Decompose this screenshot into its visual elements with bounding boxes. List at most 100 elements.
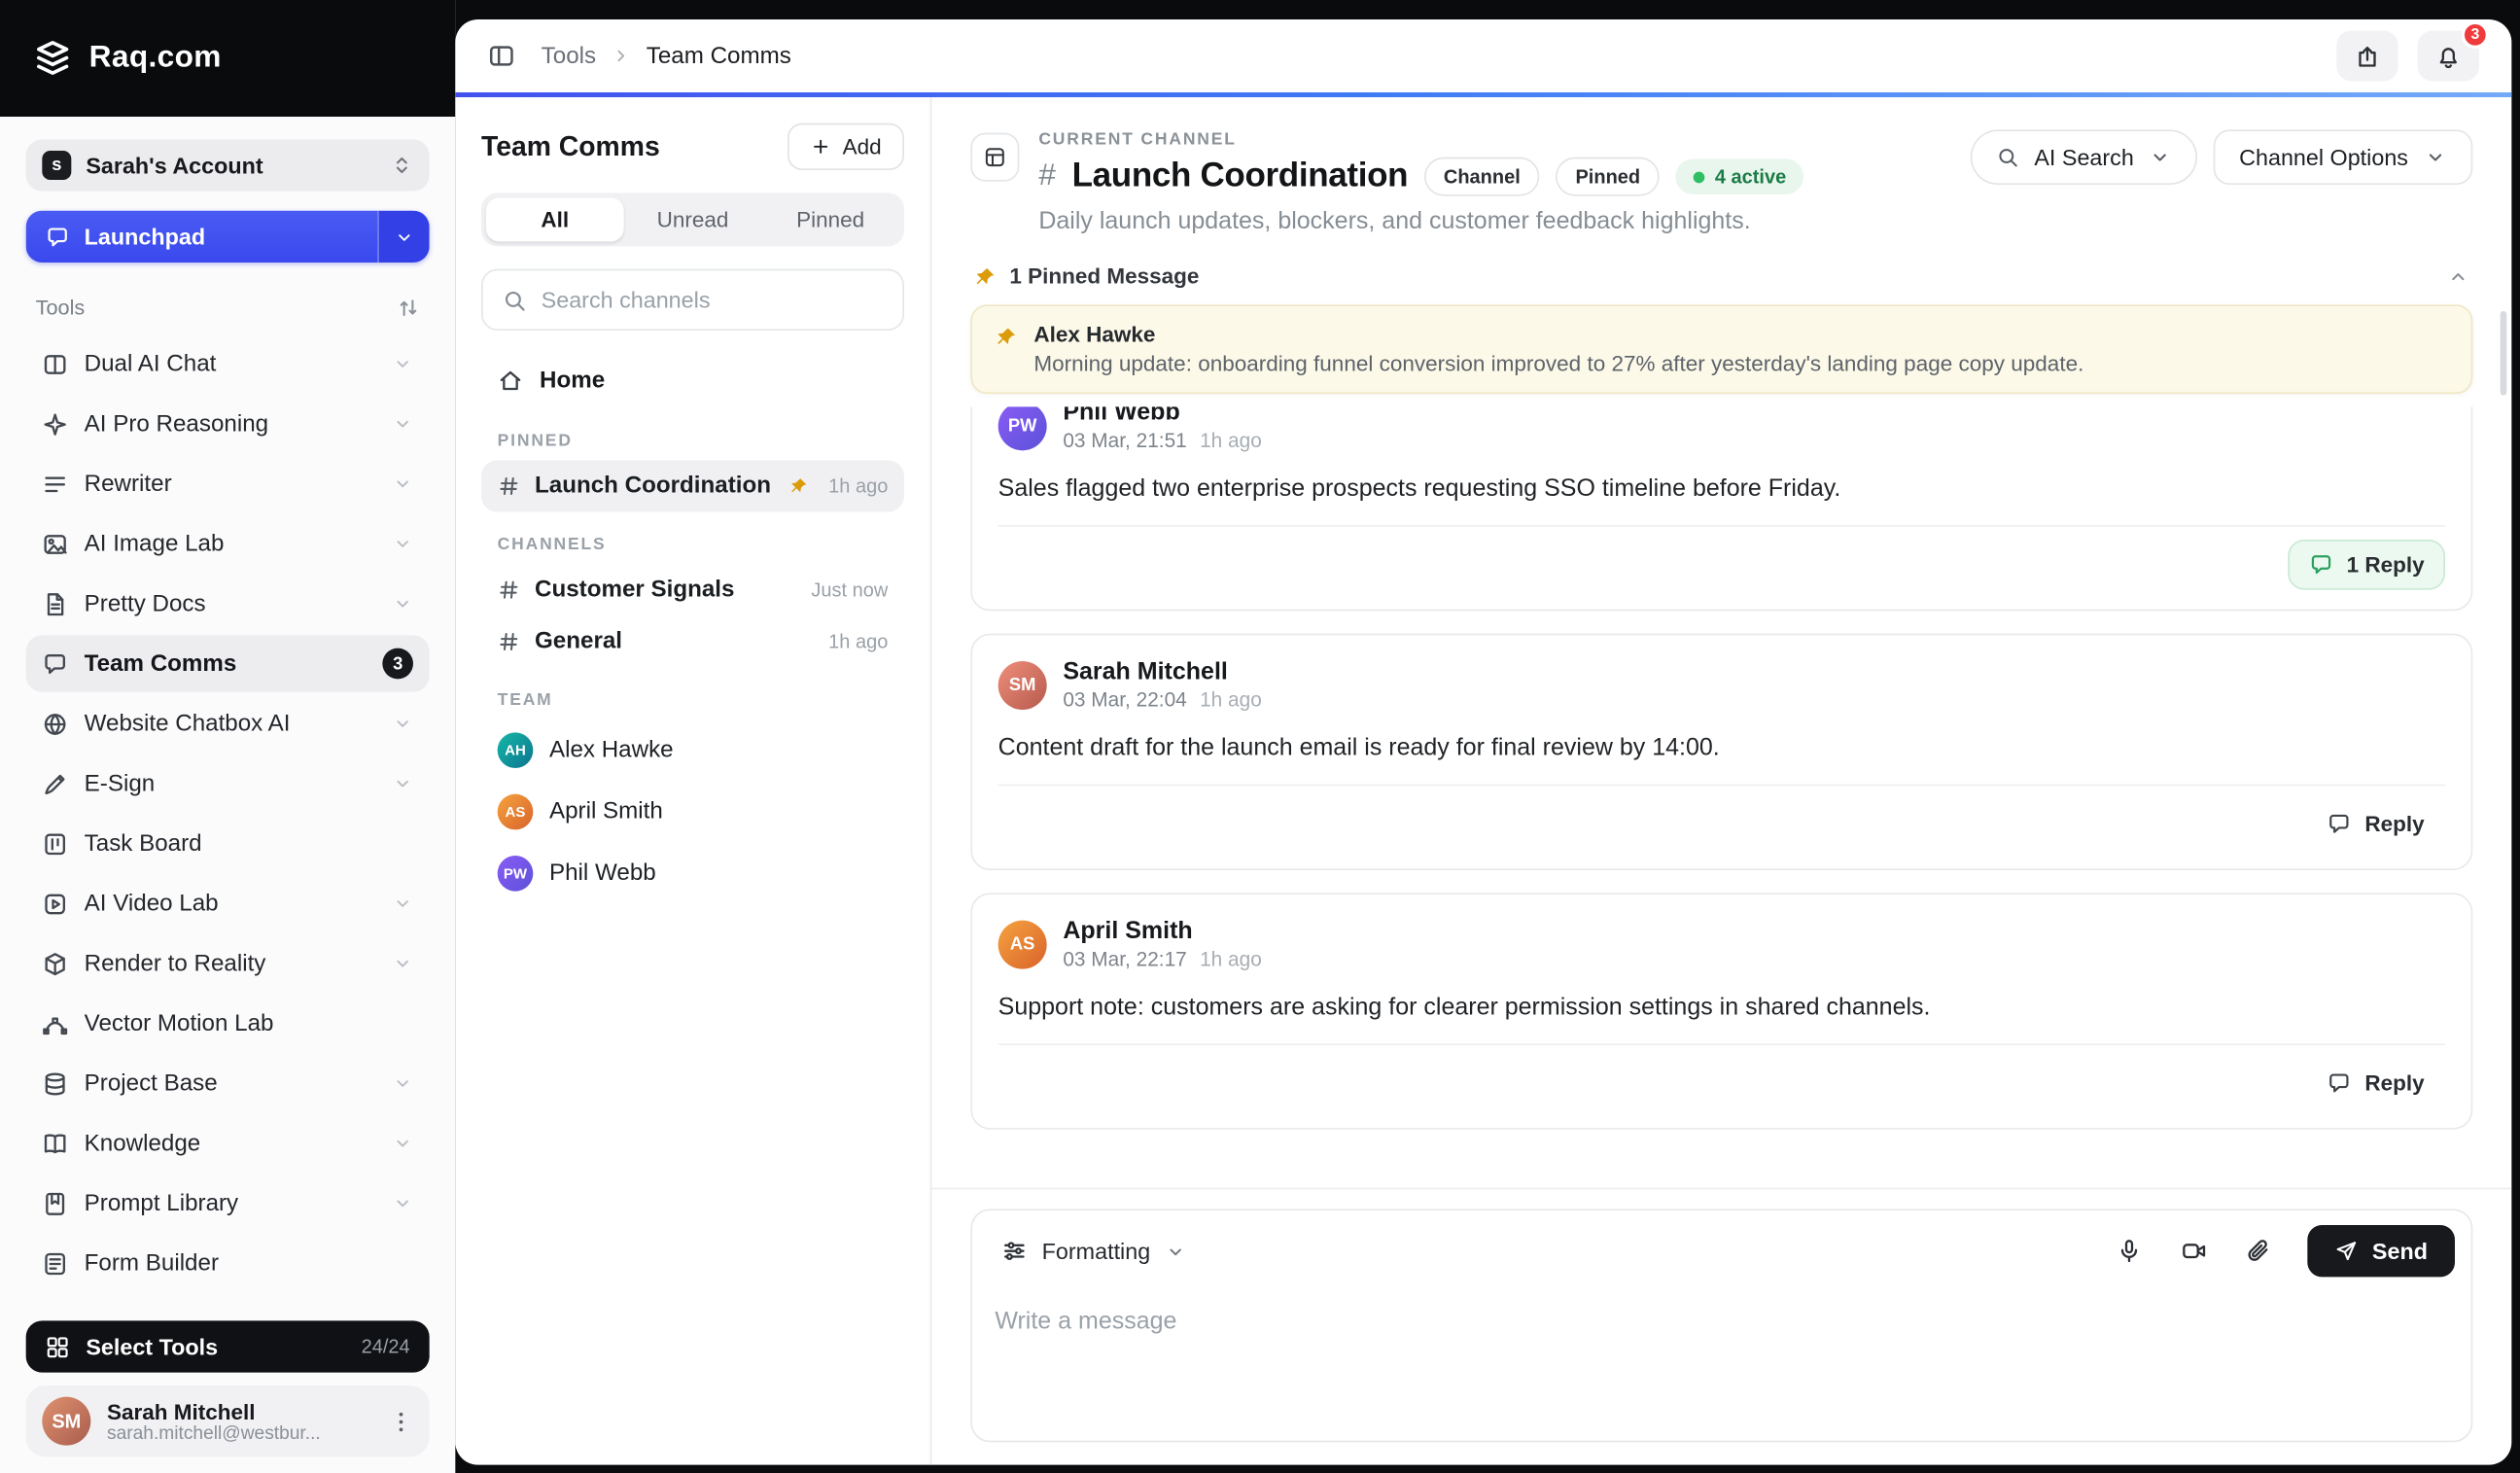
- channel-search[interactable]: [481, 269, 904, 331]
- pinned-summary-bar[interactable]: 1 Pinned Message: [970, 258, 2472, 295]
- paperclip-icon: [2246, 1238, 2272, 1264]
- sidebar-item-label: Prompt Library: [85, 1190, 376, 1216]
- reply-button[interactable]: 1 Reply: [2289, 540, 2446, 590]
- raq-logo-icon: [32, 38, 73, 79]
- video-record-button[interactable]: [2165, 1226, 2223, 1277]
- select-tools-button[interactable]: Select Tools 24/24: [26, 1320, 430, 1372]
- user-meta: Sarah Mitchell sarah.mitchell@westbur...: [107, 1399, 372, 1443]
- section-label: CHANNELS: [498, 535, 889, 554]
- team-member-phil-webb[interactable]: PWPhil Webb: [481, 843, 904, 904]
- sidebar-item-dual-ai-chat[interactable]: Dual AI Chat: [26, 335, 430, 392]
- sidebar-item-team-comms[interactable]: Team Comms3: [26, 635, 430, 691]
- section-label: TEAM: [498, 690, 889, 710]
- sidebar-item-ai-pro-reasoning[interactable]: AI Pro Reasoning: [26, 396, 430, 452]
- account-initial-badge: s: [42, 151, 71, 180]
- hash-icon: [498, 579, 520, 601]
- chevron-down-icon: [394, 227, 415, 248]
- chevron-down-icon: [392, 413, 413, 435]
- reply-button[interactable]: Reply: [2306, 799, 2445, 850]
- composer-area: Formatting: [931, 1188, 2511, 1465]
- chevron-down-icon: [2149, 146, 2171, 168]
- sidebar-item-pretty-docs[interactable]: Pretty Docs: [26, 576, 430, 632]
- pinned-message-card[interactable]: Alex Hawke Morning update: onboarding fu…: [970, 304, 2472, 394]
- sidebar-toggle-icon[interactable]: [488, 42, 515, 69]
- message-author: Phil Webb: [1063, 406, 1261, 426]
- message-meta: 03 Mar, 22:041h ago: [1063, 688, 1261, 711]
- search-input[interactable]: [542, 287, 884, 313]
- sidebar-item-website-chatbox-ai[interactable]: Website Chatbox AI: [26, 695, 430, 752]
- brand[interactable]: Raq.com: [0, 0, 455, 117]
- sidebar-item-ai-image-lab[interactable]: AI Image Lab: [26, 515, 430, 572]
- message-list[interactable]: PWPhil Webb03 Mar, 21:511h agoSales flag…: [970, 406, 2472, 1187]
- sidebar-item-ai-video-lab[interactable]: AI Video Lab: [26, 875, 430, 931]
- sidebar-item-vector-motion-lab[interactable]: Vector Motion Lab: [26, 995, 430, 1051]
- chevron-up-icon[interactable]: [2447, 265, 2469, 288]
- home-item[interactable]: Home: [481, 353, 904, 408]
- message-footer: 1 Reply: [998, 527, 2446, 593]
- account-switcher[interactable]: s Sarah's Account: [26, 139, 430, 191]
- channel-panel-header: Team Comms Add: [481, 123, 904, 170]
- launchpad-main[interactable]: Launchpad: [26, 211, 378, 263]
- main-card: Tools Team Comms 3 Team Comms: [455, 19, 2511, 1465]
- vector-icon: [42, 1010, 68, 1036]
- chat-pane: CURRENT CHANNEL # Launch Coordination Ch…: [931, 97, 2511, 1465]
- reply-label: Reply: [2364, 1071, 2424, 1096]
- ai-search-button[interactable]: AI Search: [1971, 129, 2196, 185]
- sidebar-item-render-to-reality[interactable]: Render to Reality: [26, 935, 430, 992]
- channel-nav: Home PINNEDLaunch Coordination1h agoCHAN…: [481, 353, 904, 1445]
- chevron-down-icon: [392, 713, 413, 734]
- scrollbar-thumb[interactable]: [2501, 311, 2507, 396]
- pen-icon: [42, 771, 68, 797]
- chevron-down-icon: [392, 533, 413, 554]
- sidebar-item-prompt-library[interactable]: Prompt Library: [26, 1175, 430, 1231]
- sidebar-item-project-base[interactable]: Project Base: [26, 1055, 430, 1111]
- notifications-button[interactable]: 3: [2418, 31, 2479, 82]
- avatar: PW: [998, 406, 1047, 449]
- channel-item-general[interactable]: General1h ago: [481, 615, 904, 667]
- reply-label: 1 Reply: [2347, 552, 2425, 577]
- top-bar: Tools Team Comms 3: [455, 19, 2511, 92]
- sidebar-item-label: Form Builder: [85, 1250, 413, 1277]
- reply-button[interactable]: Reply: [2306, 1058, 2445, 1108]
- db-icon: [42, 1070, 68, 1097]
- sidebar-item-e-sign[interactable]: E-Sign: [26, 755, 430, 812]
- sidebar-item-label: Rewriter: [85, 471, 376, 497]
- user-card[interactable]: SM Sarah Mitchell sarah.mitchell@westbur…: [26, 1385, 430, 1456]
- team-member-alex-hawke[interactable]: AHAlex Hawke: [481, 719, 904, 781]
- chevron-down-icon: [392, 593, 413, 614]
- attach-file-button[interactable]: [2229, 1226, 2288, 1277]
- sidebar-item-rewriter[interactable]: Rewriter: [26, 455, 430, 511]
- channel-options-button[interactable]: Channel Options: [2213, 129, 2472, 185]
- send-button[interactable]: Send: [2307, 1225, 2455, 1277]
- channel-filter-tabs: All Unread Pinned: [481, 193, 904, 246]
- formatting-button[interactable]: Formatting: [989, 1228, 1200, 1274]
- launchpad-expand[interactable]: [377, 211, 429, 263]
- launchpad-button[interactable]: Launchpad: [26, 211, 430, 263]
- channel-item-customer-signals[interactable]: Customer SignalsJust now: [481, 564, 904, 615]
- more-options-icon[interactable]: [389, 1409, 413, 1433]
- avatar: SM: [42, 1397, 90, 1446]
- sidebar-item-task-board[interactable]: Task Board: [26, 815, 430, 871]
- tab-pinned[interactable]: Pinned: [761, 197, 899, 241]
- team-member-april-smith[interactable]: ASApril Smith: [481, 781, 904, 842]
- sidebar-item-form-builder[interactable]: Form Builder: [26, 1235, 430, 1291]
- pinned-text: Morning update: onboarding funnel conver…: [1033, 352, 2083, 376]
- microphone-icon: [2117, 1238, 2143, 1264]
- tab-unread[interactable]: Unread: [624, 197, 762, 241]
- tab-all[interactable]: All: [486, 197, 624, 241]
- breadcrumb-tools[interactable]: Tools: [542, 43, 596, 69]
- share-button[interactable]: [2337, 31, 2398, 82]
- message-id-block: Phil Webb03 Mar, 21:511h ago: [1063, 406, 1261, 452]
- message-header: ASApril Smith03 Mar, 22:171h ago: [998, 917, 2446, 970]
- send-icon: [2335, 1240, 2358, 1262]
- message-input[interactable]: [972, 1291, 2471, 1440]
- channel-icon-box: [970, 133, 1019, 182]
- sidebar-item-knowledge[interactable]: Knowledge: [26, 1115, 430, 1172]
- channel-item-launch-coordination[interactable]: Launch Coordination1h ago: [481, 460, 904, 511]
- sort-icon[interactable]: [397, 296, 419, 318]
- formatting-label: Formatting: [1042, 1238, 1151, 1264]
- hash-symbol: #: [1038, 158, 1056, 194]
- add-channel-button[interactable]: Add: [788, 123, 904, 170]
- voice-record-button[interactable]: [2100, 1226, 2158, 1277]
- panel-sections: PINNEDLaunch Coordination1h agoCHANNELSC…: [481, 431, 904, 904]
